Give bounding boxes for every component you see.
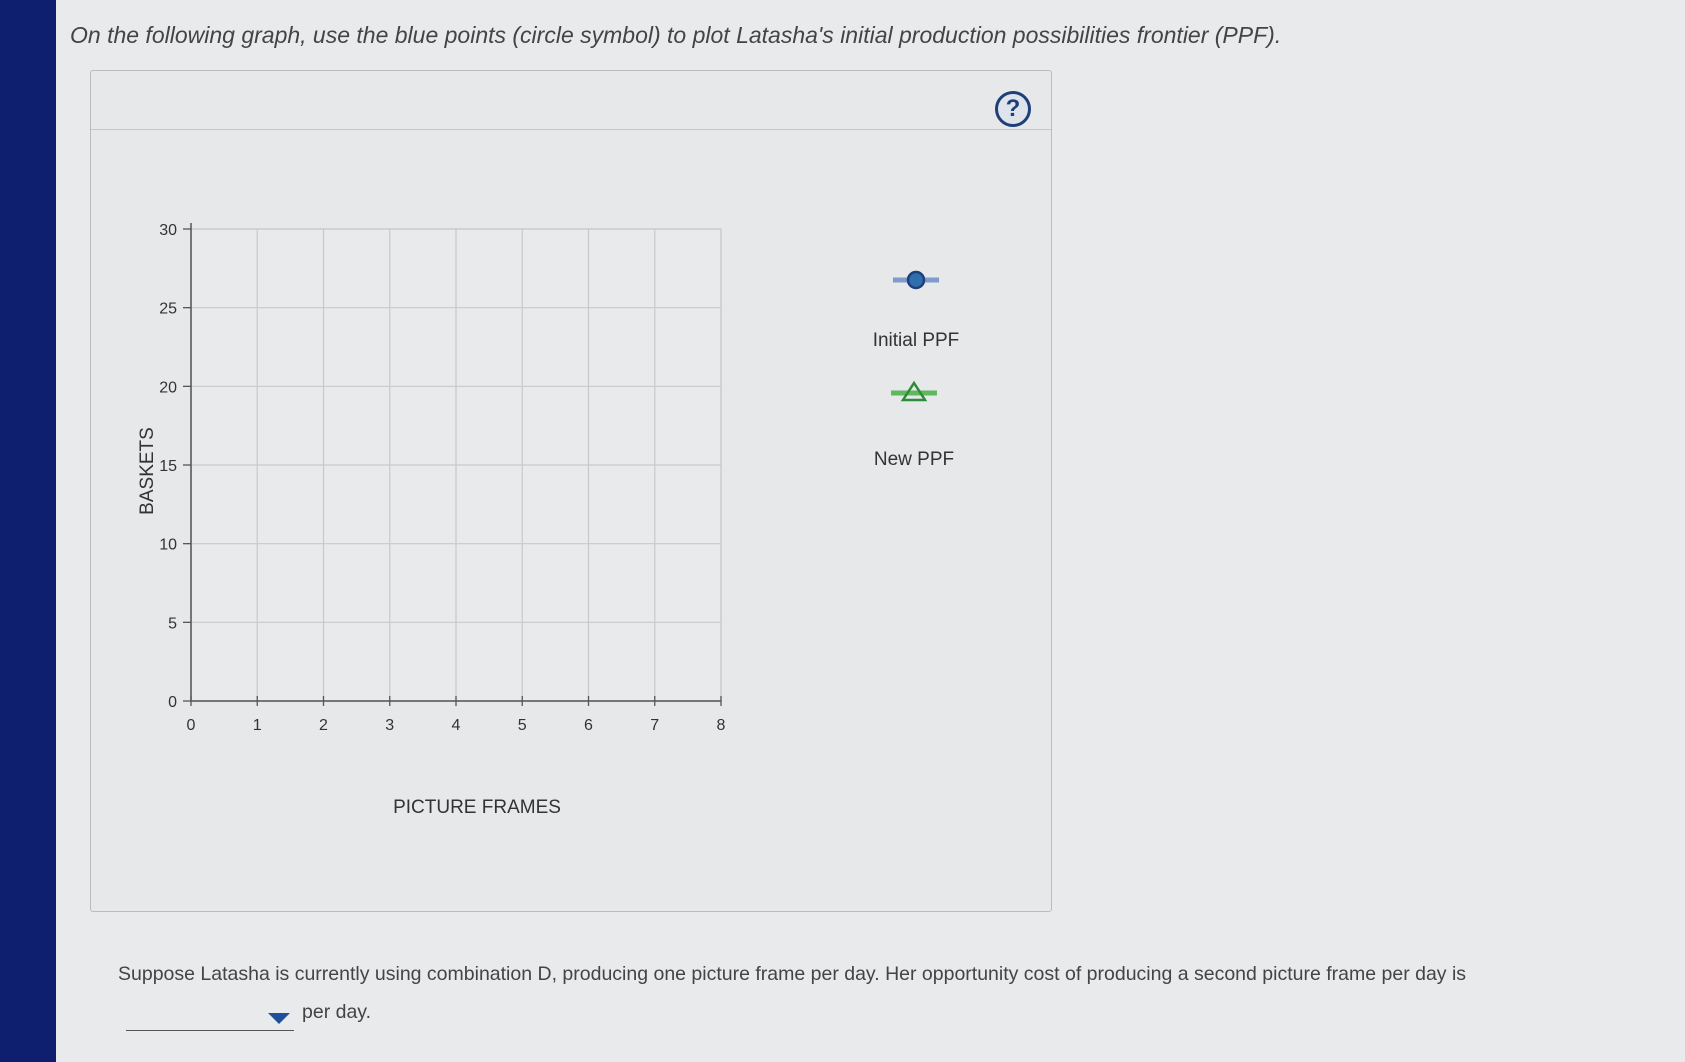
legend-initial-ppf-label: Initial PPF xyxy=(873,330,960,351)
y-tick-label: 5 xyxy=(168,615,177,632)
y-tick-label: 0 xyxy=(168,694,177,711)
question-text: Suppose Latasha is currently using combi… xyxy=(118,955,1638,1031)
x-tick-label: 7 xyxy=(650,717,659,734)
legend-new-ppf-label: New PPF xyxy=(874,449,954,470)
x-tick-label: 2 xyxy=(319,717,328,734)
question-prefix: Suppose Latasha is currently using combi… xyxy=(118,963,1467,985)
y-tick-label: 30 xyxy=(159,222,177,239)
x-tick-label: 4 xyxy=(452,717,461,734)
x-axis-title: PICTURE FRAMES xyxy=(393,797,561,818)
question-suffix: per day. xyxy=(302,1001,372,1023)
x-tick-labels: 0 1 2 3 4 5 6 7 8 xyxy=(187,717,726,734)
x-tick-label: 0 xyxy=(187,717,196,734)
y-tick-label: 10 xyxy=(159,537,177,554)
y-axis-title: BASKETS xyxy=(137,427,158,515)
screen-bezel xyxy=(0,0,56,1062)
x-tick-label: 1 xyxy=(253,717,262,734)
dropdown-arrow-icon xyxy=(268,1013,290,1024)
graph-panel: ? 012345678 0 5 10 15 20 25 30 PICTURE FRAMES … xyxy=(90,70,1052,912)
instruction-text: On the following graph, use the blue poi… xyxy=(70,22,1282,48)
x-tick-label: 5 xyxy=(518,717,527,734)
legend-new-ppf-tool[interactable]: New PPF xyxy=(874,380,954,470)
y-tick-label: 25 xyxy=(159,301,177,318)
grid xyxy=(190,228,722,702)
opportunity-cost-dropdown[interactable] xyxy=(126,1004,294,1031)
legend-initial-ppf-tool[interactable]: Initial PPF xyxy=(873,270,960,351)
x-tick-label: 8 xyxy=(717,717,726,734)
x-tick-label: 6 xyxy=(584,717,593,734)
y-tick-label: 20 xyxy=(159,379,177,396)
ppf-graph[interactable]: 0 1 2 3 4 5 6 7 8 0 5 10 15 20 25 30 PICTURE FRAMES BA… xyxy=(91,71,1051,911)
y-tick-labels: 0 5 10 15 20 25 30 xyxy=(159,222,177,711)
y-tick-label: 15 xyxy=(159,458,177,475)
blue-circle-icon xyxy=(906,270,926,290)
x-tick-label: 3 xyxy=(385,717,394,734)
